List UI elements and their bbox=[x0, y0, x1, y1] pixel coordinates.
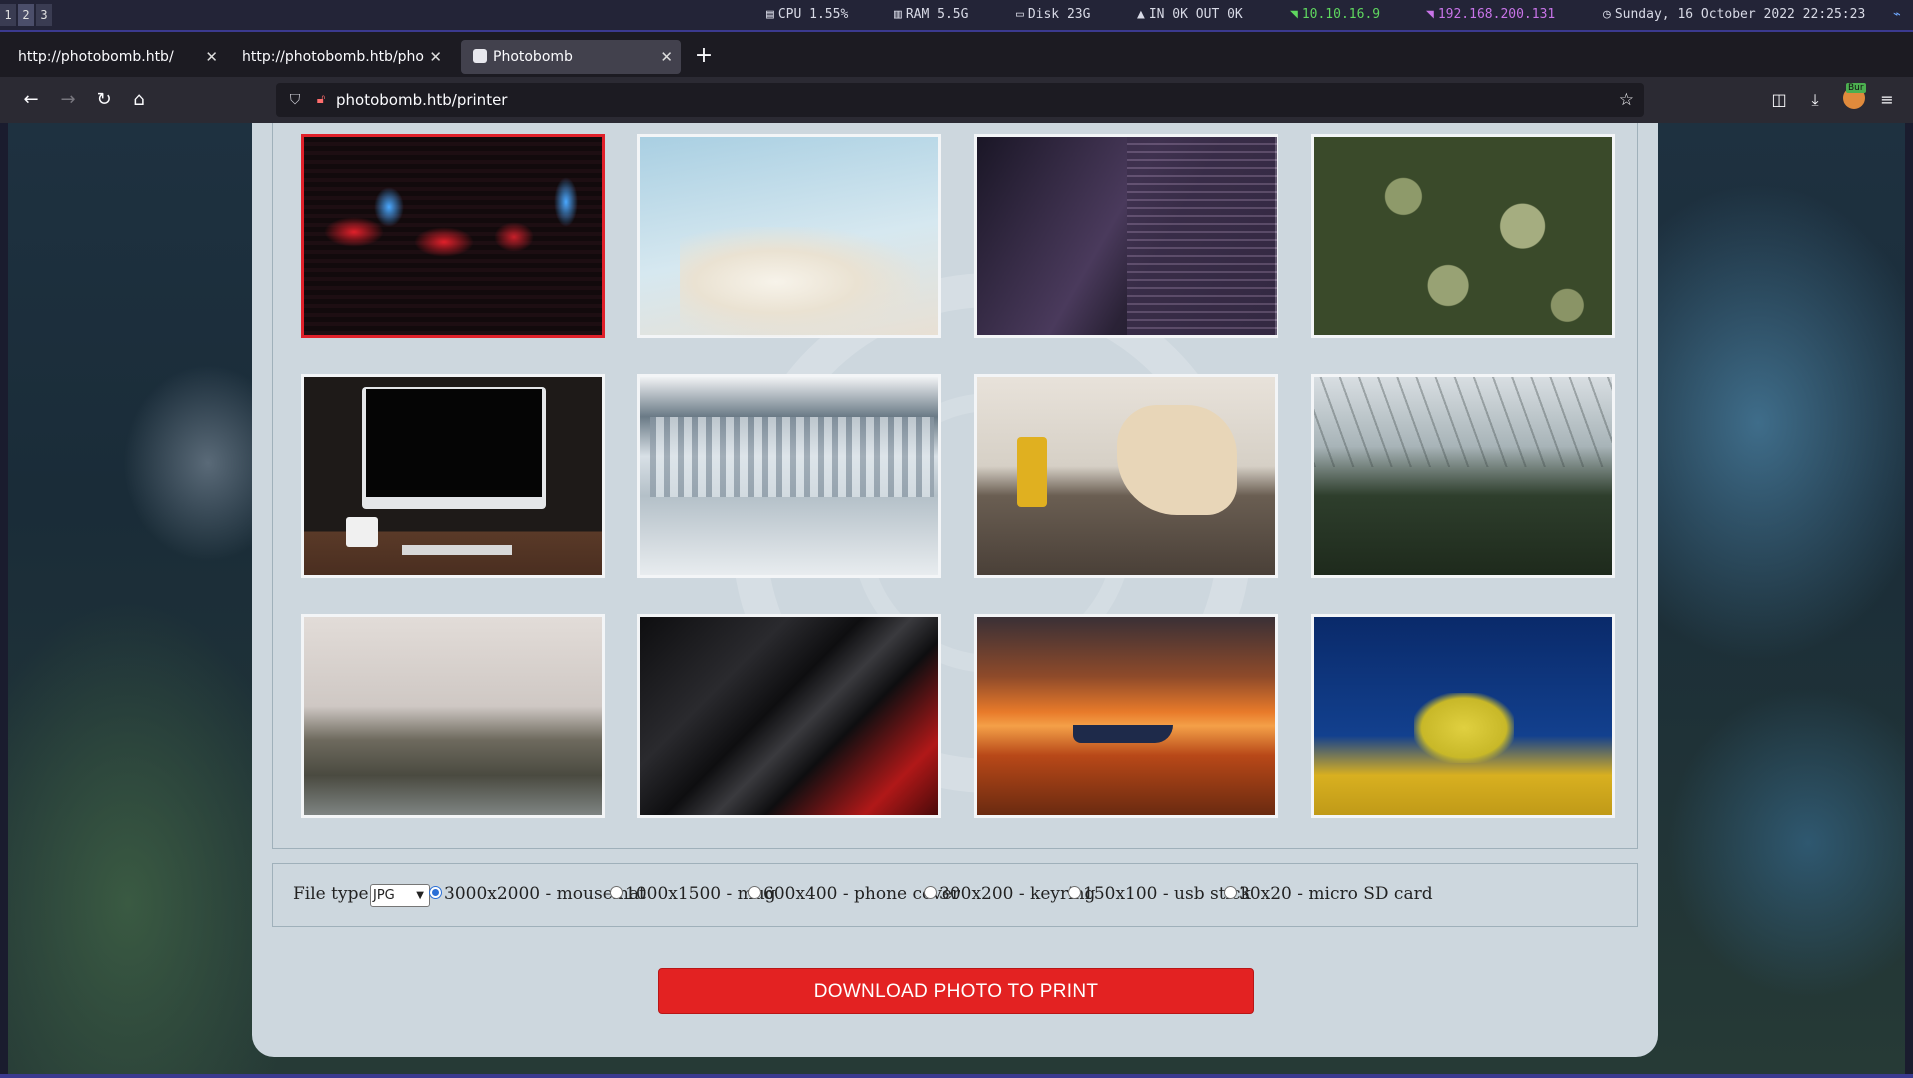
bookmark-star-icon[interactable]: ☆ bbox=[1619, 89, 1634, 111]
favicon-icon bbox=[473, 49, 487, 63]
download-photo-button[interactable]: DOWNLOAD PHOTO TO PRINT bbox=[658, 968, 1254, 1014]
chevron-down-icon: ▼ bbox=[416, 890, 424, 901]
pocket-icon[interactable]: ◫ bbox=[1766, 87, 1792, 113]
size-option-micro-sd[interactable]: 30x20 - micro SD card bbox=[1224, 884, 1433, 904]
cpu-indicator: ▤ CPU 1.55% bbox=[766, 0, 848, 30]
file-type-select[interactable]: JPG ▼ bbox=[370, 884, 430, 907]
download-icon[interactable]: ⤓ bbox=[1802, 87, 1828, 113]
red-light bbox=[414, 227, 474, 257]
tab-photobomb-home[interactable]: http://photobomb.htb/ ✕ bbox=[6, 40, 226, 74]
forward-button[interactable]: → bbox=[55, 87, 81, 113]
address-bar[interactable]: ⛉ 🔓︎ photobomb.htb/printer ☆ bbox=[276, 83, 1644, 117]
blossom-cluster bbox=[680, 227, 920, 337]
photo-white-magnolia[interactable] bbox=[637, 134, 941, 338]
menu-icon[interactable]: ≡ bbox=[1874, 87, 1900, 113]
insecure-lock-icon[interactable]: 🔓︎ bbox=[312, 90, 330, 110]
photo-yellow-tree-blue-sky[interactable] bbox=[1311, 614, 1615, 818]
radio-button[interactable] bbox=[924, 886, 937, 899]
photo-workshop-guitar-body[interactable] bbox=[974, 374, 1278, 578]
window-border bbox=[0, 1074, 1913, 1078]
tab-photobomb-photo[interactable]: http://photobomb.htb/photo ✕ bbox=[230, 40, 450, 74]
ram-value: RAM 5.5G bbox=[905, 7, 969, 22]
workspace-3[interactable]: 3 bbox=[36, 4, 52, 26]
keyboard bbox=[402, 545, 512, 555]
cpu-value: CPU 1.55% bbox=[777, 7, 849, 22]
mug bbox=[346, 517, 378, 547]
close-icon[interactable]: ✕ bbox=[660, 40, 673, 74]
close-icon[interactable]: ✕ bbox=[429, 40, 442, 74]
system-status-bar: 1 2 3 ▤ CPU 1.55% ▥ RAM 5.5G ▭ Disk 23G ▲ IN… bbox=[0, 0, 1913, 30]
photo-frozen-waterfall[interactable] bbox=[637, 374, 941, 578]
power-icon[interactable]: ⌁ bbox=[1893, 0, 1901, 30]
blue-light bbox=[554, 177, 578, 227]
photo-boat-sunset[interactable] bbox=[974, 614, 1278, 818]
radio-button[interactable] bbox=[429, 886, 442, 899]
photo-abstract-red-black[interactable] bbox=[637, 614, 941, 818]
navigation-toolbar: ← → ↻ ⌂ ⛉ 🔓︎ photobomb.htb/printer ☆ ◫ ⤓… bbox=[0, 77, 1913, 123]
photo-misty-coastline[interactable] bbox=[301, 614, 605, 818]
tab-strip: http://photobomb.htb/ ✕ http://photobomb… bbox=[0, 30, 1913, 77]
radio-button[interactable] bbox=[1068, 886, 1081, 899]
new-tab-button[interactable]: + bbox=[692, 44, 716, 68]
photo-dark-red-blinds[interactable] bbox=[301, 134, 605, 338]
red-light bbox=[494, 222, 534, 252]
size-label: 30x20 - micro SD card bbox=[1239, 884, 1433, 904]
local-ip-value: 10.10.16.9 bbox=[1301, 7, 1381, 22]
burp-badge: Bur bbox=[1846, 83, 1866, 93]
network-value: IN 0K OUT 0K bbox=[1148, 7, 1243, 22]
radio-button[interactable] bbox=[748, 886, 761, 899]
disk-value: Disk 23G bbox=[1027, 7, 1091, 22]
signal-icon: ◥ bbox=[1426, 7, 1434, 22]
reload-button[interactable]: ↻ bbox=[91, 87, 117, 113]
workspace-2[interactable]: 2 bbox=[18, 4, 34, 26]
clock: ◷ Sunday, 16 October 2022 22:25:23 bbox=[1603, 0, 1865, 30]
radio-button[interactable] bbox=[1224, 886, 1237, 899]
tab-title: http://photobomb.htb/ bbox=[18, 49, 174, 65]
local-ip-indicator: ◥ 10.10.16.9 bbox=[1290, 0, 1380, 30]
ram-icon: ▥ bbox=[894, 7, 902, 22]
url-text[interactable]: photobomb.htb/printer bbox=[336, 83, 507, 117]
file-type-value: JPG bbox=[373, 888, 395, 903]
radio-button[interactable] bbox=[610, 886, 623, 899]
tab-photobomb-active[interactable]: Photobomb ✕ bbox=[461, 40, 681, 74]
close-icon[interactable]: ✕ bbox=[205, 40, 218, 74]
signal-icon: ◥ bbox=[1290, 7, 1298, 22]
print-options: File type JPG ▼ 3000x2000 - mousemat 100… bbox=[272, 863, 1638, 927]
photo-purple-skyscrapers[interactable] bbox=[974, 134, 1278, 338]
guitar-body bbox=[1117, 405, 1237, 515]
photo-gallery bbox=[272, 123, 1638, 849]
network-indicator: ▲ IN 0K OUT 0K bbox=[1137, 0, 1243, 30]
network-icon: ▲ bbox=[1137, 7, 1145, 22]
blue-light bbox=[374, 187, 404, 227]
tower bbox=[1127, 137, 1277, 335]
photo-glasshouse-ferns[interactable] bbox=[1311, 374, 1615, 578]
tree-crown bbox=[1414, 693, 1514, 763]
disk-icon: ▭ bbox=[1016, 7, 1024, 22]
file-type-label: File type bbox=[293, 884, 369, 904]
glass-roof bbox=[1314, 377, 1612, 467]
disk-indicator: ▭ Disk 23G bbox=[1016, 0, 1090, 30]
boat bbox=[1073, 725, 1173, 743]
page-viewport: File type JPG ▼ 3000x2000 - mousemat 100… bbox=[8, 123, 1905, 1074]
datetime-value: Sunday, 16 October 2022 22:25:23 bbox=[1614, 7, 1866, 22]
cpu-icon: ▤ bbox=[766, 7, 774, 22]
waterfall-face bbox=[650, 417, 934, 497]
ram-indicator: ▥ RAM 5.5G bbox=[894, 0, 968, 30]
clock-icon: ◷ bbox=[1603, 7, 1611, 22]
back-button[interactable]: ← bbox=[18, 87, 44, 113]
home-button[interactable]: ⌂ bbox=[126, 87, 152, 113]
screen bbox=[366, 389, 542, 497]
photo-green-succulents[interactable] bbox=[1311, 134, 1615, 338]
workspace-1[interactable]: 1 bbox=[0, 4, 16, 26]
photo-desk-computer[interactable] bbox=[301, 374, 605, 578]
tab-title: http://photobomb.htb/photo bbox=[242, 49, 424, 65]
vpn-ip-indicator: ◥ 192.168.200.131 bbox=[1426, 0, 1555, 30]
shield-icon[interactable]: ⛉ bbox=[286, 90, 304, 110]
tab-title: Photobomb bbox=[493, 49, 573, 65]
drill bbox=[1017, 437, 1047, 507]
vpn-ip-value: 192.168.200.131 bbox=[1437, 7, 1556, 22]
printer-panel: File type JPG ▼ 3000x2000 - mousemat 100… bbox=[252, 123, 1658, 1057]
